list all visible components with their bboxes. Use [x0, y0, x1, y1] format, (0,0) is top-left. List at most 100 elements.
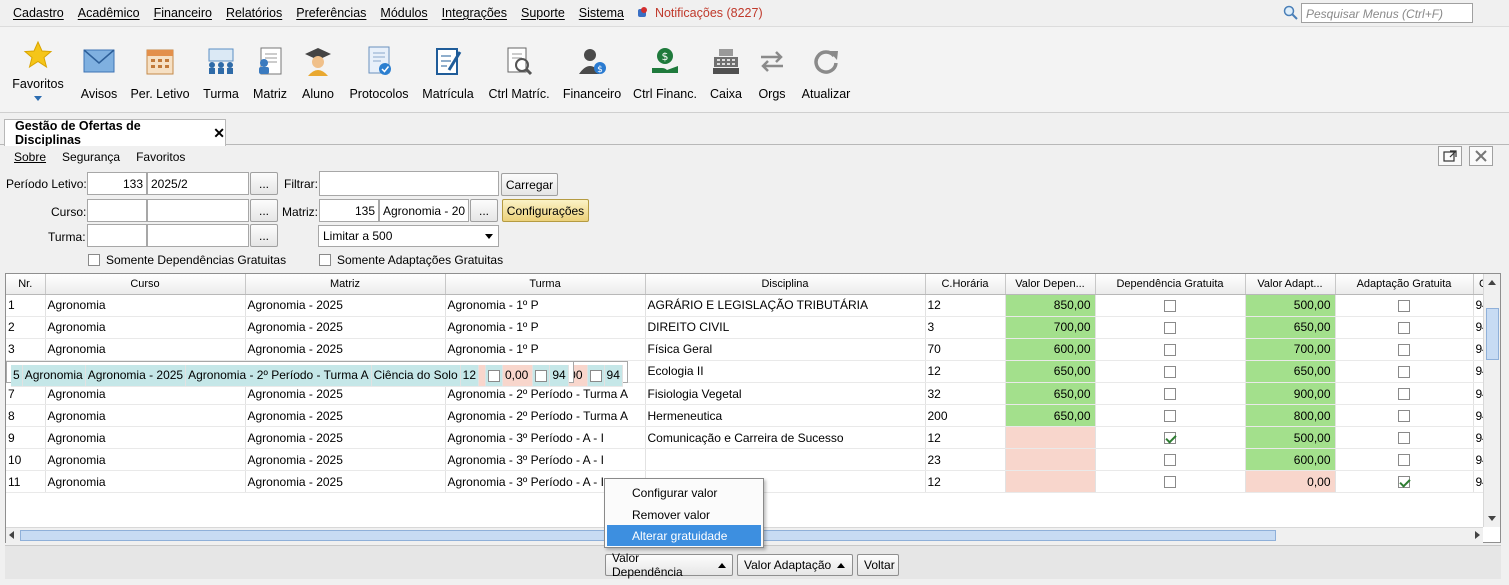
cell-valor-adaptacao[interactable]: 500,00 — [1245, 426, 1336, 449]
checkbox[interactable] — [1398, 476, 1410, 489]
cell-dependencia-gratuita[interactable] — [1095, 426, 1246, 449]
cell-valor-dependencia[interactable]: 650,00 — [1005, 360, 1096, 383]
cell-curso[interactable]: Agronomia — [22, 364, 86, 387]
cell-adaptacao-gratuita[interactable] — [1335, 426, 1474, 449]
submenu-sobre[interactable]: Sobre — [14, 150, 46, 164]
checkbox[interactable] — [1164, 366, 1176, 379]
cell-nr[interactable]: 5 — [11, 364, 23, 387]
curso-lookup-button[interactable]: ... — [250, 199, 278, 222]
toolbar-turma-button[interactable]: Turma — [200, 27, 242, 113]
cell-adaptacao-gratuita[interactable] — [1335, 360, 1474, 383]
cell-carga-horaria[interactable]: 12 — [925, 360, 1006, 383]
cell-dependencia-gratuita[interactable] — [1095, 470, 1246, 493]
cell-curso[interactable]: Agronomia — [45, 426, 246, 449]
menu-cadastro[interactable]: Cadastro — [13, 6, 64, 20]
turma-name-field[interactable] — [147, 224, 249, 247]
cell-extra[interactable]: 94 — [604, 364, 623, 387]
cell-adaptacao-gratuita[interactable] — [1335, 448, 1474, 471]
valor-dependencia-button[interactable]: Valor Dependência — [605, 551, 733, 579]
checkbox[interactable] — [1398, 454, 1410, 467]
cell-valor-dependencia[interactable] — [478, 364, 486, 387]
cell-matriz[interactable]: Agronomia - 2025 — [85, 364, 187, 387]
chk-dependencias-gratuitas[interactable]: Somente Dependências Gratuitas — [88, 253, 286, 267]
chk-adaptacoes-gratuitas[interactable]: Somente Adaptações Gratuitas — [319, 253, 503, 267]
cell-adaptacao-gratuita[interactable] — [1335, 382, 1474, 405]
cell-nr[interactable]: 10 — [6, 448, 46, 471]
cell-valor-adaptacao[interactable]: 900,00 — [1245, 382, 1336, 405]
checkbox[interactable] — [488, 370, 500, 383]
cell-valor-dependencia[interactable]: 600,00 — [1005, 338, 1096, 361]
checkbox[interactable] — [1398, 321, 1410, 334]
checkbox[interactable] — [1164, 432, 1176, 445]
detach-window-button[interactable] — [1438, 146, 1462, 166]
toolbar-per-letivo-button[interactable]: Per. Letivo — [130, 27, 190, 113]
column-header[interactable]: Curso — [45, 274, 246, 295]
checkbox[interactable] — [1164, 410, 1176, 423]
menu-relatorios[interactable]: Relatórios — [226, 6, 282, 20]
cell-matriz[interactable]: Agronomia - 2025 — [245, 426, 446, 449]
voltar-button[interactable]: Voltar — [857, 554, 899, 576]
cell-valor-dependencia[interactable] — [1005, 448, 1096, 471]
cell-dependencia-gratuita[interactable] — [1095, 316, 1246, 339]
cell-dependencia-gratuita[interactable] — [1095, 448, 1246, 471]
matriz-code-field[interactable]: 135 — [319, 199, 379, 222]
menu-item-configurar-valor[interactable]: Configurar valor — [607, 482, 761, 503]
cell-valor-adaptacao[interactable]: 650,00 — [1245, 316, 1336, 339]
cell-dependencia-gratuita[interactable] — [1095, 338, 1246, 361]
cell-curso[interactable]: Agronomia — [45, 470, 246, 493]
cell-valor-dependencia[interactable] — [1005, 426, 1096, 449]
cell-disciplina[interactable]: Comunicação e Carreira de Sucesso — [645, 426, 926, 449]
cell-adaptacao-gratuita[interactable] — [587, 364, 605, 387]
cell-carga-horaria[interactable]: 23 — [925, 448, 1006, 471]
column-header[interactable]: C.Horária — [925, 274, 1006, 295]
cell-carga-horaria[interactable]: 12 — [925, 470, 1006, 493]
cell-valor-dependencia[interactable] — [1005, 470, 1096, 493]
menu-integracoes[interactable]: Integrações — [442, 6, 507, 20]
notifications-link[interactable]: Notificações (8227) — [637, 6, 763, 20]
menu-item-remover-valor[interactable]: Remover valor — [607, 504, 761, 525]
toolbar-avisos-button[interactable]: Avisos — [78, 27, 120, 113]
cell-valor-dependencia[interactable]: 700,00 — [1005, 316, 1096, 339]
cell-curso[interactable]: Agronomia — [45, 448, 246, 471]
menu-financeiro[interactable]: Financeiro — [154, 6, 212, 20]
checkbox[interactable] — [319, 254, 331, 266]
table-row[interactable]: 8 Agronomia Agronomia - 2025 Agronomia - 2º… — [6, 404, 1494, 427]
cell-carga-horaria[interactable]: 12 — [460, 364, 480, 387]
turma-code-field[interactable] — [87, 224, 147, 247]
menu-item-alterar-gratuidade[interactable]: Alterar gratuidade — [607, 525, 761, 546]
cell-curso[interactable]: Agronomia — [45, 294, 246, 317]
table-row[interactable]: 10 Agronomia Agronomia - 2025 Agronomia - 3… — [6, 448, 1494, 471]
cell-valor-dependencia[interactable]: 850,00 — [1005, 294, 1096, 317]
cell-carga-horaria[interactable]: 200 — [925, 404, 1006, 427]
submenu-seguranca[interactable]: Segurança — [62, 150, 120, 164]
toolbar-matricula-button[interactable]: Matrícula — [420, 27, 476, 113]
matriz-lookup-button[interactable]: ... — [470, 199, 498, 222]
column-header[interactable]: Matriz — [245, 274, 446, 295]
table-row[interactable]: 9 Agronomia Agronomia - 2025 Agronomia - 3º… — [6, 426, 1494, 449]
periodo-name-field[interactable]: 2025/2 — [147, 172, 249, 195]
cell-dependencia-gratuita[interactable] — [1095, 382, 1246, 405]
cell-carga-horaria[interactable]: 70 — [925, 338, 1006, 361]
cell-turma[interactable]: Agronomia - 1º P — [445, 338, 646, 361]
scroll-thumb[interactable] — [1486, 308, 1499, 360]
close-form-button[interactable] — [1469, 146, 1493, 166]
toolbar-financeiro-button[interactable]: $ Financeiro — [562, 27, 622, 113]
toolbar-protocolos-button[interactable]: Protocolos — [346, 27, 412, 113]
column-header[interactable]: Disciplina — [645, 274, 926, 295]
toolbar-aluno-button[interactable]: Aluno — [298, 27, 338, 113]
column-header[interactable]: Nr. — [6, 274, 46, 295]
cell-carga-horaria[interactable]: 12 — [925, 426, 1006, 449]
cell-valor-dependencia[interactable]: 650,00 — [1005, 382, 1096, 405]
checkbox[interactable] — [535, 370, 548, 383]
menu-modulos[interactable]: Módulos — [380, 6, 427, 20]
checkbox[interactable] — [1398, 299, 1410, 312]
cell-disciplina[interactable]: Física Geral — [645, 338, 926, 361]
cell-disciplina[interactable]: AGRÁRIO E LEGISLAÇÃO TRIBUTÁRIA — [645, 294, 926, 317]
checkbox[interactable] — [1398, 388, 1410, 401]
vertical-scrollbar[interactable] — [1483, 274, 1500, 527]
cell-turma[interactable]: Agronomia - 3º Período - A - I — [445, 448, 646, 471]
scroll-up-icon[interactable] — [1488, 280, 1496, 285]
column-header[interactable]: Dependência Gratuita — [1095, 274, 1246, 295]
menu-academico[interactable]: Acadêmico — [78, 6, 140, 20]
checkbox[interactable] — [1398, 343, 1410, 356]
